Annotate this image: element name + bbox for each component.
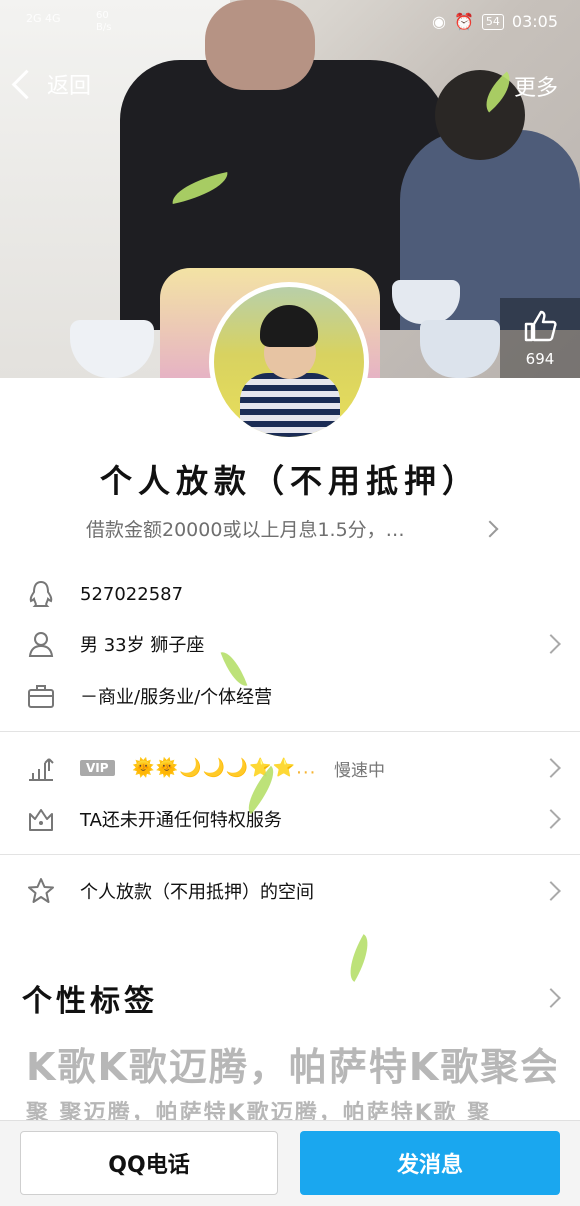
qzone-row[interactable]: 个人放款（不用抵押）的空间 (0, 873, 580, 909)
divider (0, 854, 580, 855)
bottom-action-bar: QQ电话 发消息 (0, 1120, 580, 1206)
level-up-icon (29, 758, 54, 781)
like-count: 694 (525, 350, 555, 368)
personal-info-row[interactable]: 男 33岁 狮子座 (0, 626, 580, 662)
privilege-row[interactable]: TA还未开通任何特权服务 (0, 801, 580, 837)
status-bar: 2G 4G 60 B/s ◉ ⏰ 54 03:05 (0, 0, 580, 44)
vip-speed-status: 慢速中 (334, 760, 385, 781)
crown-icon (29, 809, 53, 831)
like-button[interactable]: 694 (500, 298, 580, 378)
vip-level-row[interactable]: VIP 🌞🌞🌙🌙🌙⭐⭐... 慢速中 (0, 750, 580, 786)
tag-cloud[interactable]: K歌K歌迈腾，帕萨特K歌聚会 聚 聚迈腾，帕萨特K歌迈腾，帕萨特K歌 聚 (26, 1036, 556, 1126)
avatar-hair (260, 305, 318, 347)
profile-name: 个人放款（不用抵押） (99, 462, 480, 500)
occupation: －商业/服务业/个体经营 (80, 687, 273, 708)
more-button[interactable]: 更多 (514, 70, 558, 102)
chevron-right-icon (541, 988, 561, 1008)
tag-line: K歌K歌迈腾，帕萨特K歌聚会 (26, 1045, 556, 1089)
clock: 03:05 (511, 12, 558, 31)
eye-icon: ◉ (432, 12, 446, 31)
star-icon (28, 878, 54, 903)
divider (0, 731, 580, 732)
qq-call-button[interactable]: QQ电话 (20, 1131, 278, 1195)
signature-text: 借款金额20000或以上月息1.5分，… (86, 519, 405, 541)
qq-number: 527022587 (80, 583, 184, 605)
vip-badge: VIP (80, 760, 115, 777)
chevron-right-icon (541, 881, 561, 901)
back-label: 返回 (47, 74, 92, 99)
alarm-icon: ⏰ (453, 12, 474, 31)
qzone-label: 个人放款（不用抵押）的空间 (80, 882, 314, 903)
send-message-button[interactable]: 发消息 (300, 1131, 560, 1195)
occupation-row[interactable]: －商业/服务业/个体经营 (0, 678, 580, 714)
chevron-right-icon (481, 520, 499, 537)
leaf-decoration (340, 934, 378, 982)
status-right: ◉ ⏰ 54 03:05 (432, 12, 558, 31)
avatar-shirt (240, 373, 340, 437)
network-speed: 60 B/s (96, 10, 112, 33)
vip-level: VIP 🌞🌞🌙🌙🌙⭐⭐... (80, 757, 316, 779)
chevron-right-icon (541, 634, 561, 654)
cover-boy-head (435, 70, 525, 160)
cover-bowl (420, 320, 500, 378)
personal-info: 男 33岁 狮子座 (80, 635, 205, 656)
thumbs-up-icon (524, 310, 557, 342)
network-indicator: 2G 4G (26, 12, 61, 25)
qq-number-row[interactable]: 527022587 (0, 576, 580, 612)
battery-indicator: 54 (481, 13, 504, 30)
tags-row[interactable] (0, 980, 580, 1016)
level-icons: 🌞🌞🌙🌙🌙⭐⭐... (132, 757, 317, 779)
user-icon (28, 632, 54, 657)
avatar[interactable] (209, 282, 369, 442)
chevron-right-icon (541, 758, 561, 778)
back-button[interactable]: 返回 (11, 68, 92, 100)
briefcase-icon (28, 685, 54, 708)
chevron-left-icon (11, 69, 42, 99)
chevron-right-icon (541, 809, 561, 829)
penguin-icon (29, 580, 53, 607)
signature-row[interactable]: 借款金额20000或以上月息1.5分，… (86, 515, 499, 542)
